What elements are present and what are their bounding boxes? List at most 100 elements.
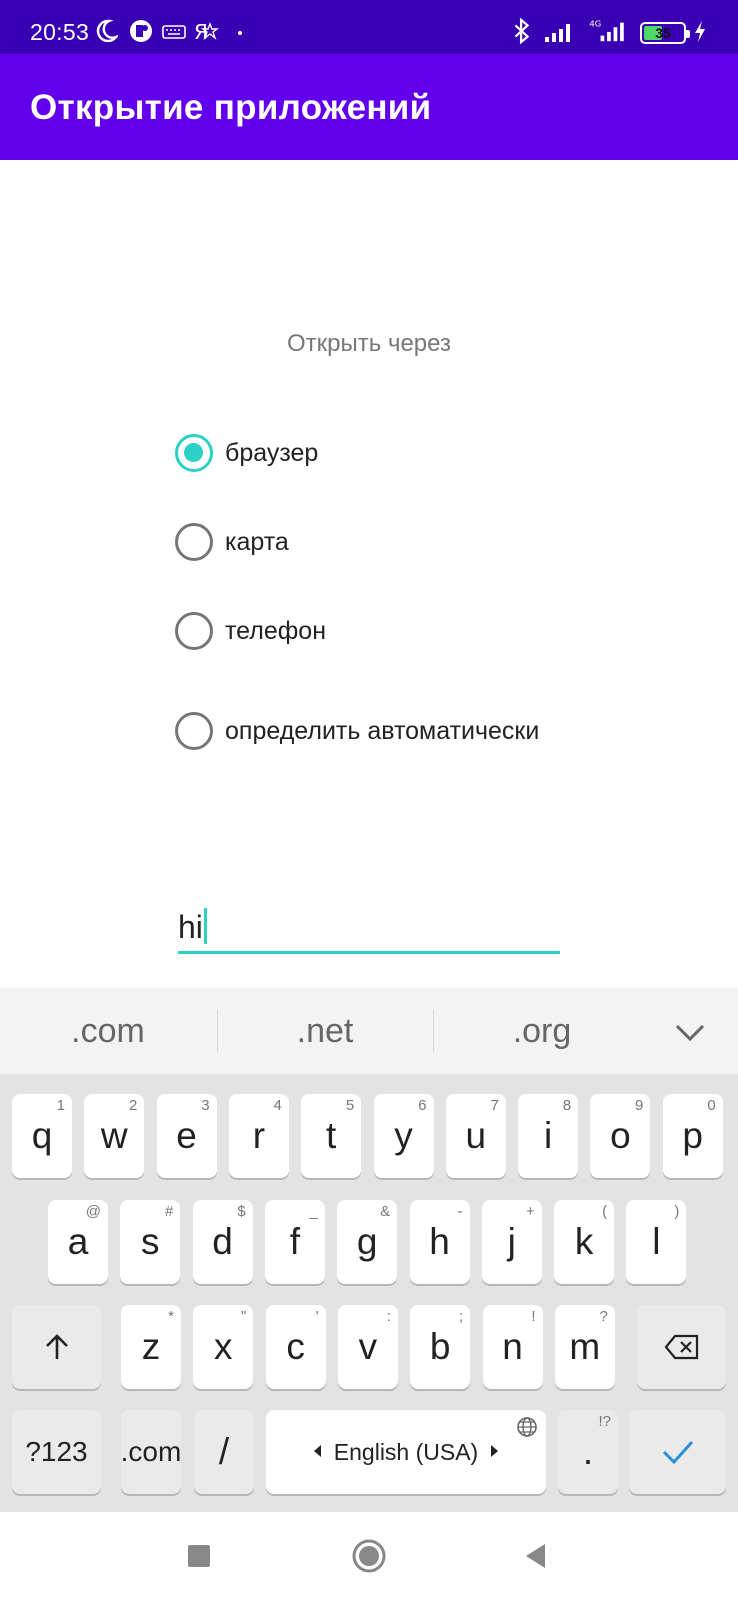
space-key[interactable]: English (USA) [266, 1410, 546, 1494]
checkmark-icon [662, 1440, 693, 1465]
key-label: w [100, 1115, 128, 1156]
key-hint: - [457, 1203, 463, 1220]
key-label: k [574, 1221, 594, 1262]
key-label: z [141, 1326, 161, 1367]
key-label: c [286, 1326, 305, 1367]
shift-key[interactable] [12, 1305, 101, 1389]
key-label: u [465, 1115, 487, 1156]
slash-key-label: / [218, 1431, 230, 1472]
key-hint: # [164, 1203, 174, 1220]
key-g[interactable]: & g [337, 1200, 398, 1284]
svg-text:4G: 4G [589, 18, 601, 28]
key-hint: ? [599, 1308, 608, 1325]
back-icon[interactable] [514, 1534, 558, 1578]
key-m[interactable]: ? m [554, 1305, 615, 1389]
com-key-label: .com [120, 1436, 182, 1467]
slash-key[interactable]: / [194, 1410, 254, 1494]
key-j[interactable]: + j [481, 1200, 542, 1284]
radio-unchecked-icon [175, 712, 213, 750]
key-w[interactable]: 2w [84, 1094, 145, 1178]
chevron-down-icon[interactable] [670, 1012, 710, 1052]
bluetooth-icon [514, 18, 530, 44]
key-y[interactable]: 6y [373, 1094, 434, 1178]
open-via-label: Открыть через [287, 330, 451, 357]
key-label: a [67, 1221, 89, 1262]
key-hint: " [240, 1308, 247, 1325]
recents-icon[interactable] [177, 1534, 221, 1578]
radio-phone[interactable]: телефон [175, 609, 326, 653]
radio-label: карта [225, 527, 289, 556]
key-label: g [356, 1221, 378, 1262]
key-label: q [31, 1115, 53, 1156]
done-key[interactable] [629, 1410, 726, 1494]
text-cursor [203, 908, 207, 944]
key-o[interactable]: 9o [590, 1094, 651, 1178]
app-bar: Открытие приложений [0, 54, 738, 160]
period-key[interactable]: !? . [558, 1410, 618, 1494]
suggestion-net[interactable]: .net [235, 988, 415, 1074]
key-c[interactable]: ' c [265, 1305, 326, 1389]
key-d[interactable]: $ d [192, 1200, 253, 1284]
key-hint: 9 [635, 1097, 644, 1114]
key-v[interactable]: :v [337, 1305, 398, 1389]
key-b[interactable]: ; b [410, 1305, 471, 1389]
yandex-icon: Я [194, 20, 220, 44]
key-n[interactable]: ! n [482, 1305, 543, 1389]
key-s[interactable]: # s [120, 1200, 181, 1284]
key-r[interactable]: 4r [228, 1094, 289, 1178]
key-label: p [682, 1115, 703, 1156]
home-icon[interactable] [347, 1534, 391, 1578]
key-x[interactable]: " x [193, 1305, 254, 1389]
key-h[interactable]: -h [409, 1200, 470, 1284]
key-hint: 7 [490, 1097, 499, 1114]
key-label: i [543, 1115, 553, 1156]
backspace-key[interactable] [637, 1305, 726, 1389]
key-t[interactable]: 5t [301, 1094, 362, 1178]
suggestion-com[interactable]: .com [18, 988, 198, 1074]
key-p[interactable]: 0p [662, 1094, 723, 1178]
key-hint: 0 [707, 1097, 716, 1114]
key-k[interactable]: (k [554, 1200, 615, 1284]
key-hint: & [380, 1203, 391, 1220]
key-hint: 1 [56, 1097, 65, 1114]
radio-label: телефон [225, 616, 327, 645]
key-hint: ) [674, 1203, 680, 1220]
status-bar: 20:53 Я 4G 35 [0, 0, 738, 54]
symbols-key[interactable]: ?123 [12, 1410, 101, 1494]
period-key-label: . [582, 1431, 594, 1472]
svg-text:Я: Я [194, 20, 208, 44]
radio-auto[interactable]: определить автоматически [175, 709, 539, 753]
key-u[interactable]: 7u [445, 1094, 506, 1178]
radio-checked-icon [175, 434, 213, 472]
navigation-bar [0, 1512, 738, 1600]
key-hint: ! [531, 1308, 536, 1325]
com-key[interactable]: .com [121, 1410, 181, 1494]
text-input-value: hi [178, 908, 207, 946]
key-label: t [326, 1115, 337, 1156]
key-l[interactable]: ) l [626, 1200, 687, 1284]
key-i[interactable]: 8i [518, 1094, 579, 1178]
key-a[interactable]: @ a [48, 1200, 108, 1284]
arrow-left-icon [314, 1445, 321, 1457]
period-key-hint: !? [598, 1413, 611, 1430]
globe-icon [517, 1417, 537, 1437]
key-label: r [252, 1115, 266, 1156]
key-hint: @ [85, 1203, 101, 1220]
key-label: s [141, 1221, 160, 1262]
key-z[interactable]: * z [121, 1305, 181, 1389]
key-hint: 2 [128, 1097, 138, 1114]
key-hint: * [168, 1308, 174, 1325]
page-title: Открытие приложений [30, 88, 432, 127]
key-label: d [212, 1221, 233, 1262]
text-input[interactable]: hi [178, 900, 560, 954]
key-hint: _ [309, 1203, 318, 1220]
key-q[interactable]: 1q [12, 1094, 72, 1178]
key-label: y [394, 1115, 413, 1156]
suggestion-org[interactable]: .org [452, 988, 632, 1074]
radio-map[interactable]: карта [175, 520, 289, 564]
key-e[interactable]: 3e [156, 1094, 217, 1178]
keyboard: 1q2w3e4r5t6y7u8i9o0p @ a # s $ d _ f & g - h + j(k) l … [0, 1074, 738, 1512]
key-f[interactable]: _ f [264, 1200, 325, 1284]
radio-browser[interactable]: браузер [175, 431, 318, 475]
key-label: x [214, 1326, 233, 1367]
